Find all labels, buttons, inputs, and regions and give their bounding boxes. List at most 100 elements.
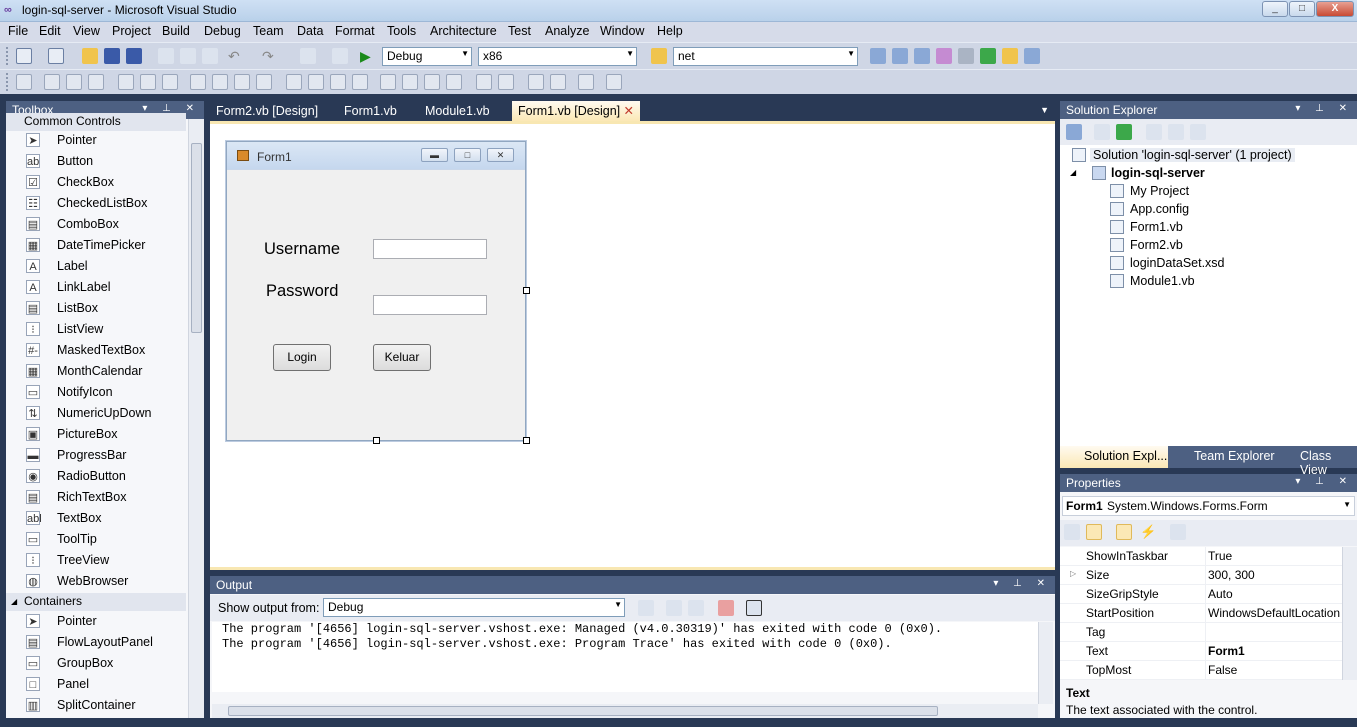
- start-page-icon[interactable]: [980, 48, 996, 64]
- view-class-diagram-icon[interactable]: [1190, 124, 1206, 140]
- alphabetical-icon[interactable]: [1086, 524, 1102, 540]
- tab-class-view[interactable]: Class View: [1300, 449, 1357, 477]
- align-bottoms-icon[interactable]: [162, 74, 178, 90]
- toolbox-item[interactable]: ◉ RadioButton: [6, 466, 186, 487]
- object-selector[interactable]: Form1 System.Windows.Forms.Form ▼: [1062, 496, 1355, 516]
- paste-icon[interactable]: [202, 48, 218, 64]
- property-pages-icon[interactable]: [1170, 524, 1186, 540]
- output-header[interactable]: Output ▾ ⊥ ✕: [210, 576, 1055, 594]
- toolbox-item[interactable]: ▤ RichTextBox: [6, 487, 186, 508]
- horizontal-spacing-equal-icon[interactable]: [286, 74, 302, 90]
- categorized-icon[interactable]: [1064, 524, 1080, 540]
- make-same-height-icon[interactable]: [234, 74, 250, 90]
- previous-message-icon[interactable]: [666, 600, 682, 616]
- minimize-button[interactable]: _: [1262, 1, 1288, 17]
- password-label[interactable]: Password: [266, 282, 338, 301]
- remove-horizontal-spacing-icon[interactable]: [352, 74, 368, 90]
- toolbox-item[interactable]: ▭ ToolTip: [6, 529, 186, 550]
- tab-form2-design[interactable]: Form2.vb [Design]: [210, 101, 324, 121]
- property-row[interactable]: TopMost False: [1060, 661, 1348, 680]
- cut-icon[interactable]: [158, 48, 174, 64]
- refresh-icon[interactable]: [1116, 124, 1132, 140]
- resize-handle-corner[interactable]: [523, 437, 530, 444]
- property-value[interactable]: False: [1208, 663, 1346, 677]
- center-vertically-icon[interactable]: [498, 74, 514, 90]
- find-in-files-icon[interactable]: [651, 48, 667, 64]
- file-form2[interactable]: Form2.vb: [1130, 238, 1183, 252]
- keluar-button[interactable]: Keluar: [373, 344, 431, 371]
- property-row[interactable]: StartPosition WindowsDefaultLocation: [1060, 604, 1348, 623]
- toolbox-icon[interactable]: [936, 48, 952, 64]
- toolbox-item[interactable]: ▬ ProgressBar: [6, 445, 186, 466]
- property-value[interactable]: True: [1208, 549, 1346, 563]
- property-value[interactable]: Form1: [1208, 644, 1346, 658]
- toolbox-item[interactable]: #- MaskedTextBox: [6, 340, 186, 361]
- bring-to-front-icon[interactable]: [528, 74, 544, 90]
- toggle-word-wrap-icon[interactable]: [746, 600, 762, 616]
- document-outline-icon[interactable]: [1002, 48, 1018, 64]
- tab-solution-explorer[interactable]: Solution Expl...: [1060, 446, 1168, 468]
- file-my-project[interactable]: My Project: [1130, 184, 1189, 198]
- properties-header[interactable]: Properties ▾ ⊥ ✕: [1060, 474, 1357, 492]
- increase-horizontal-spacing-icon[interactable]: [308, 74, 324, 90]
- toolbox-item[interactable]: □ Panel: [6, 674, 186, 695]
- menu-project[interactable]: Project: [112, 24, 151, 38]
- solution-explorer-header[interactable]: Solution Explorer ▾ ⊥ ✕: [1060, 101, 1357, 119]
- toolbox-item[interactable]: ▤ FlowLayoutPanel: [6, 632, 186, 653]
- scrollbar-thumb[interactable]: [228, 706, 938, 716]
- close-button[interactable]: X: [1316, 1, 1354, 17]
- expand-triangle-icon[interactable]: ◢: [1070, 168, 1076, 177]
- menu-architecture[interactable]: Architecture: [430, 24, 497, 38]
- solution-node[interactable]: Solution 'login-sql-server' (1 project): [1090, 148, 1295, 162]
- toolbox-item[interactable]: ☷ CheckedListBox: [6, 193, 186, 214]
- view-code-icon[interactable]: [1146, 124, 1162, 140]
- platform-combo[interactable]: x86 ▼: [478, 47, 637, 66]
- property-grid-scrollbar[interactable]: [1342, 547, 1357, 680]
- toolbar-grip[interactable]: [6, 73, 10, 91]
- username-label[interactable]: Username: [264, 240, 340, 259]
- align-middles-icon[interactable]: [140, 74, 156, 90]
- menu-window[interactable]: Window: [600, 24, 644, 38]
- tab-list-dropdown-icon[interactable]: ▼: [1040, 105, 1049, 115]
- align-lefts-icon[interactable]: [44, 74, 60, 90]
- save-icon[interactable]: [104, 48, 120, 64]
- command-window-icon[interactable]: [1024, 48, 1040, 64]
- toolbox-item[interactable]: ⁝ ListView: [6, 319, 186, 340]
- panel-buttons-icon[interactable]: ▾ ⊥ ✕: [993, 578, 1051, 589]
- toolbox-item[interactable]: ▭ NotifyIcon: [6, 382, 186, 403]
- vertical-spacing-equal-icon[interactable]: [380, 74, 396, 90]
- output-hscrollbar[interactable]: [212, 704, 1038, 718]
- size-to-grid-icon[interactable]: [212, 74, 228, 90]
- menu-debug[interactable]: Debug: [204, 24, 241, 38]
- resize-handle-bottom[interactable]: [373, 437, 380, 444]
- property-row[interactable]: Text Form1: [1060, 642, 1348, 661]
- open-folder-icon[interactable]: [82, 48, 98, 64]
- menu-team[interactable]: Team: [253, 24, 284, 38]
- scrollbar-thumb[interactable]: [191, 143, 202, 333]
- resize-handle-right[interactable]: [523, 287, 530, 294]
- start-debugging-icon[interactable]: ▶: [360, 48, 376, 64]
- tab-form1-vb[interactable]: Form1.vb: [338, 101, 403, 121]
- navigate-forward-icon[interactable]: [332, 48, 348, 64]
- toolbox-item[interactable]: ▤ ComboBox: [6, 214, 186, 235]
- form-designer-surface[interactable]: Form1 ▬ □ ✕ Username Password Login Kelu…: [210, 121, 1055, 570]
- center-horizontally-icon[interactable]: [476, 74, 492, 90]
- property-row[interactable]: SizeGripStyle Auto: [1060, 585, 1348, 604]
- find-message-icon[interactable]: [638, 600, 654, 616]
- add-item-icon[interactable]: [48, 48, 64, 64]
- toolbox-group-containers[interactable]: ◢ Containers: [6, 593, 186, 611]
- property-value[interactable]: 300, 300: [1208, 568, 1346, 582]
- tab-team-explorer[interactable]: Team Explorer: [1194, 449, 1275, 463]
- login-button[interactable]: Login: [273, 344, 331, 371]
- toolbox-item[interactable]: ▦ DateTimePicker: [6, 235, 186, 256]
- toolbox-item[interactable]: ☑ CheckBox: [6, 172, 186, 193]
- property-value[interactable]: Auto: [1208, 587, 1346, 601]
- toolbox-item[interactable]: ◍ WebBrowser: [6, 571, 186, 592]
- maximize-button[interactable]: □: [1289, 1, 1315, 17]
- show-all-files-icon[interactable]: [1094, 124, 1110, 140]
- menu-tools[interactable]: Tools: [387, 24, 416, 38]
- align-tops-icon[interactable]: [118, 74, 134, 90]
- save-all-icon[interactable]: [126, 48, 142, 64]
- properties-window-icon[interactable]: [892, 48, 908, 64]
- remove-vertical-spacing-icon[interactable]: [446, 74, 462, 90]
